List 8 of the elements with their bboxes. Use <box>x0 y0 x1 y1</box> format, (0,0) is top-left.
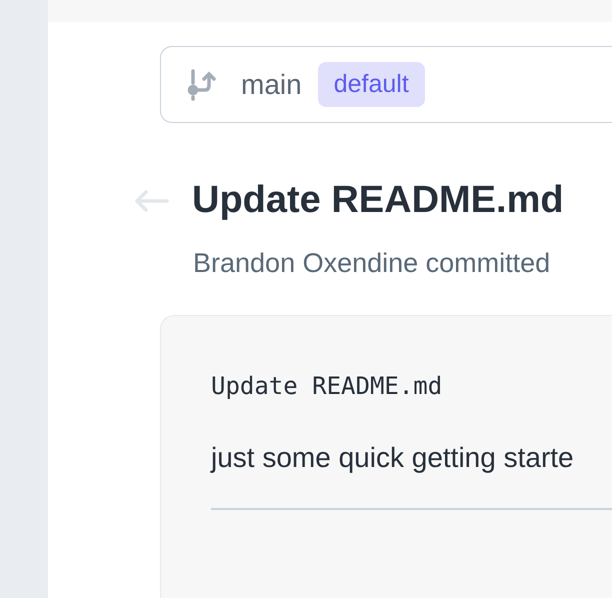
branch-name: main <box>241 68 302 100</box>
back-arrow-icon[interactable] <box>134 188 170 212</box>
branch-selector[interactable]: main default <box>160 46 612 123</box>
message-title: Update README.md <box>211 372 444 400</box>
message-body: just some quick getting starte <box>211 442 575 474</box>
commit-title: Update README.md <box>192 179 564 222</box>
default-badge: default <box>318 62 425 107</box>
commit-byline: Brandon Oxendine committed <box>193 248 552 279</box>
